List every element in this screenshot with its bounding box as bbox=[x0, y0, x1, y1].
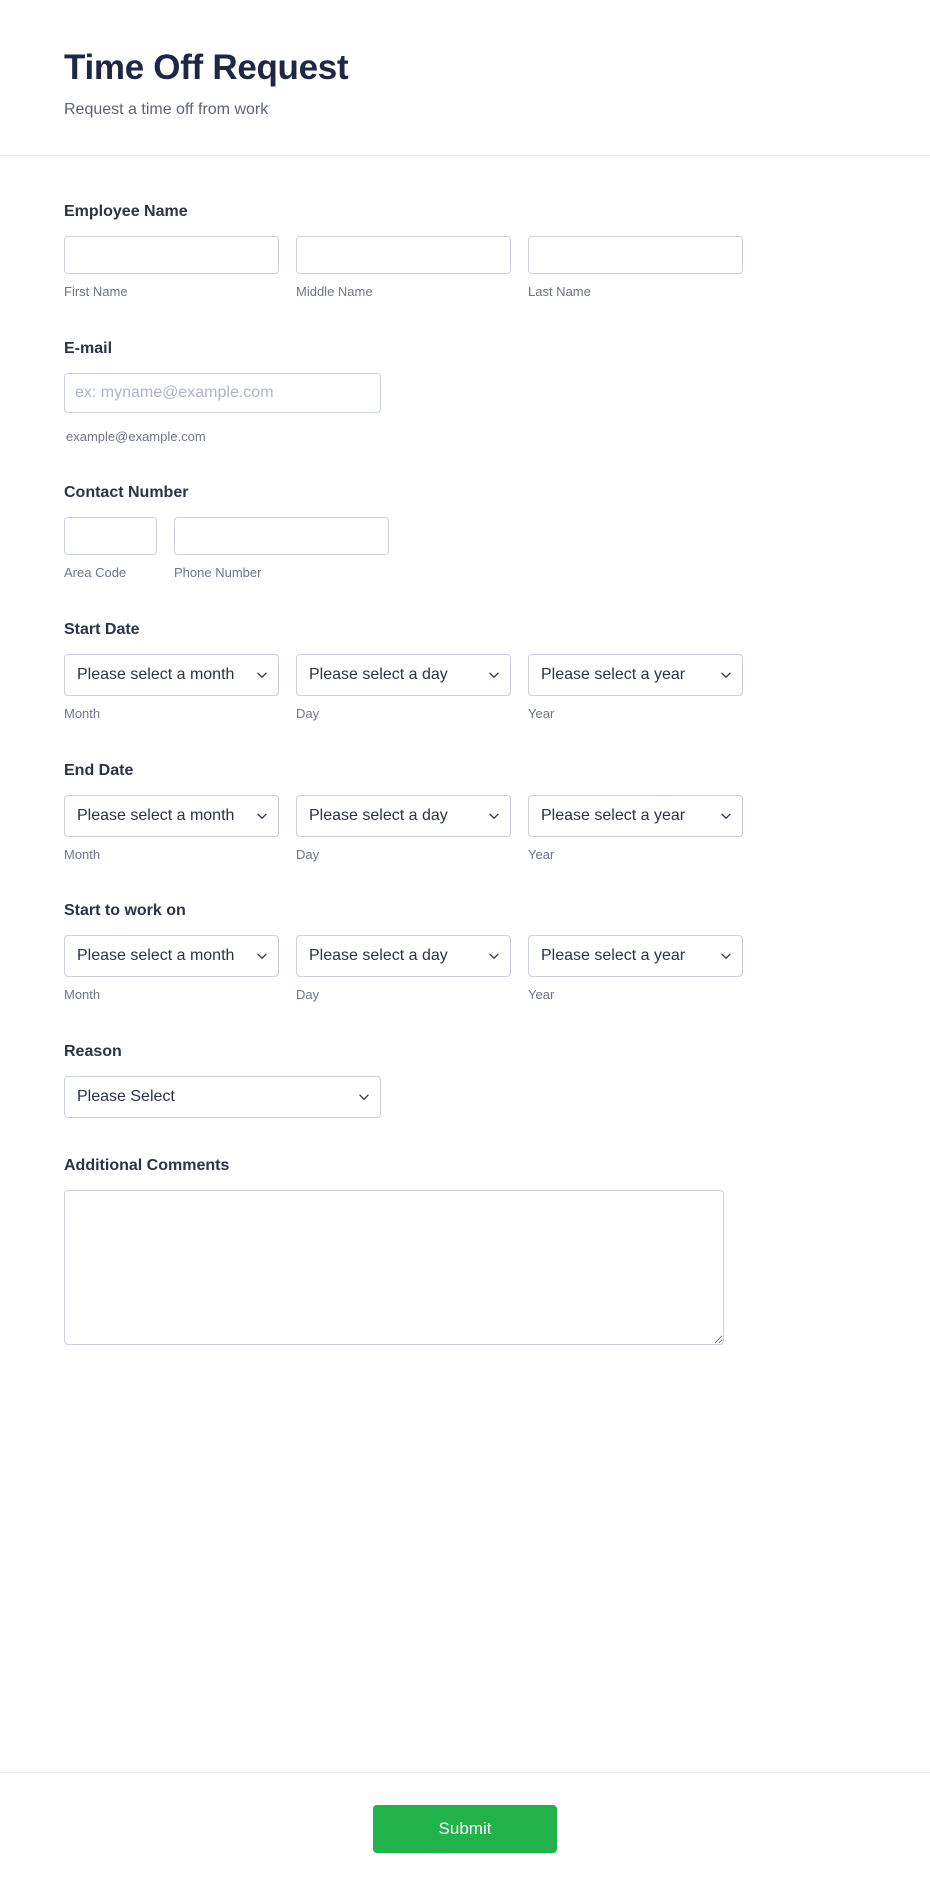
start-to-work-on-month-select[interactable]: Please select a month bbox=[64, 935, 279, 978]
end-date-month-sub-label: Month bbox=[64, 846, 101, 862]
end-date-day-col: Please select a day Day bbox=[296, 794, 511, 864]
start-date-year-select-wrap: Please select a year bbox=[528, 653, 743, 696]
start-to-work-on-month-sub-label: Month bbox=[64, 987, 101, 1003]
area-code-sub-label: Area Code bbox=[64, 565, 127, 581]
additional-comments-label: Additional Comments bbox=[64, 1156, 230, 1174]
start-date-label: Start Date bbox=[64, 621, 140, 639]
form-body: Employee Name First Name Middle Name Las… bbox=[0, 156, 930, 1772]
start-to-work-on-year-col: Please select a year Year bbox=[528, 935, 743, 1004]
start-date-day-select-wrap: Please select a day bbox=[296, 653, 511, 696]
additional-comments-inputs-row bbox=[64, 1189, 866, 1345]
reason-col: Please Select bbox=[64, 1075, 381, 1118]
start-date-month-select-wrap: Please select a month bbox=[64, 653, 279, 696]
start-to-work-on-day-sub-label: Day bbox=[296, 987, 320, 1003]
start-date-month-col: Please select a month Month bbox=[64, 653, 279, 723]
end-date-month-select-wrap: Please select a month bbox=[64, 794, 279, 837]
start-date-month-select[interactable]: Please select a month bbox=[64, 653, 279, 696]
end-date-month-col: Please select a month Month bbox=[64, 794, 279, 864]
field-start-to-work-on: Start to work on Please select a month M… bbox=[64, 883, 866, 1024]
field-email: E-mail example@example.com bbox=[64, 321, 866, 466]
field-employee-name: Employee Name First Name Middle Name Las… bbox=[64, 184, 866, 321]
email-label: E-mail bbox=[64, 339, 113, 357]
start-to-work-on-year-select-wrap: Please select a year bbox=[528, 935, 743, 978]
last-name-col: Last Name bbox=[528, 235, 743, 301]
start-date-day-sub-label: Day bbox=[296, 705, 320, 721]
area-code-col: Area Code bbox=[64, 517, 157, 582]
field-end-date: End Date Please select a month Month Ple… bbox=[64, 743, 866, 884]
start-to-work-on-year-select[interactable]: Please select a year bbox=[528, 935, 743, 978]
start-date-day-col: Please select a day Day bbox=[296, 653, 511, 723]
end-date-day-select[interactable]: Please select a day bbox=[296, 794, 511, 837]
start-date-year-select[interactable]: Please select a year bbox=[528, 653, 743, 696]
page-subtitle: Request a time off from work bbox=[64, 101, 269, 119]
additional-comments-textarea[interactable] bbox=[64, 1189, 724, 1345]
reason-label: Reason bbox=[64, 1043, 122, 1061]
email-inputs-row: example@example.com bbox=[64, 372, 866, 446]
employee-name-label: Employee Name bbox=[64, 203, 188, 221]
contact-number-inputs-row: Area Code Phone Number bbox=[64, 517, 866, 582]
start-date-inputs-row: Please select a month Month Please selec… bbox=[64, 653, 866, 723]
phone-number-col: Phone Number bbox=[174, 517, 389, 582]
end-date-year-select[interactable]: Please select a year bbox=[528, 794, 743, 837]
field-reason: Reason Please Select bbox=[64, 1024, 866, 1138]
last-name-sub-label: Last Name bbox=[528, 283, 591, 299]
start-to-work-on-day-select-wrap: Please select a day bbox=[296, 935, 511, 978]
start-to-work-on-month-col: Please select a month Month bbox=[64, 935, 279, 1004]
area-code-input[interactable] bbox=[64, 517, 157, 556]
reason-select-wrap: Please Select bbox=[64, 1075, 381, 1118]
start-date-year-sub-label: Year bbox=[528, 705, 555, 721]
form-footer: Submit bbox=[0, 1772, 930, 1897]
end-date-year-col: Please select a year Year bbox=[528, 794, 743, 864]
last-name-input[interactable] bbox=[528, 235, 743, 274]
start-date-year-col: Please select a year Year bbox=[528, 653, 743, 723]
start-to-work-on-inputs-row: Please select a month Month Please selec… bbox=[64, 935, 866, 1004]
first-name-sub-label: First Name bbox=[64, 283, 128, 299]
end-date-day-select-wrap: Please select a day bbox=[296, 794, 511, 837]
end-date-day-sub-label: Day bbox=[296, 846, 320, 862]
end-date-year-sub-label: Year bbox=[528, 846, 555, 862]
start-to-work-on-day-select[interactable]: Please select a day bbox=[296, 935, 511, 978]
reason-inputs-row: Please Select bbox=[64, 1075, 866, 1118]
start-to-work-on-day-col: Please select a day Day bbox=[296, 935, 511, 1004]
field-start-date: Start Date Please select a month Month P… bbox=[64, 602, 866, 743]
middle-name-sub-label: Middle Name bbox=[296, 283, 373, 299]
submit-button[interactable]: Submit bbox=[373, 1805, 557, 1853]
page-title: Time Off Request bbox=[64, 48, 349, 87]
first-name-input[interactable] bbox=[64, 235, 279, 274]
end-date-year-select-wrap: Please select a year bbox=[528, 794, 743, 837]
email-sub-label: example@example.com bbox=[66, 428, 206, 444]
field-additional-comments: Additional Comments bbox=[64, 1138, 866, 1373]
email-col: example@example.com bbox=[64, 372, 381, 446]
start-date-month-sub-label: Month bbox=[64, 705, 101, 721]
form-header: Time Off Request Request a time off from… bbox=[0, 0, 930, 157]
time-off-request-form: Time Off Request Request a time off from… bbox=[0, 0, 930, 1897]
field-contact-number: Contact Number Area Code Phone Number bbox=[64, 465, 866, 602]
start-to-work-on-year-sub-label: Year bbox=[528, 987, 555, 1003]
end-date-month-select[interactable]: Please select a month bbox=[64, 794, 279, 837]
contact-number-label: Contact Number bbox=[64, 484, 189, 502]
employee-name-inputs-row: First Name Middle Name Last Name bbox=[64, 235, 866, 301]
start-date-day-select[interactable]: Please select a day bbox=[296, 653, 511, 696]
phone-number-input[interactable] bbox=[174, 517, 389, 556]
start-to-work-on-label: Start to work on bbox=[64, 902, 186, 920]
first-name-col: First Name bbox=[64, 235, 279, 301]
reason-select[interactable]: Please Select bbox=[64, 1075, 381, 1118]
middle-name-col: Middle Name bbox=[296, 235, 511, 301]
middle-name-input[interactable] bbox=[296, 235, 511, 274]
end-date-label: End Date bbox=[64, 761, 134, 779]
start-to-work-on-month-select-wrap: Please select a month bbox=[64, 935, 279, 978]
email-input[interactable] bbox=[64, 372, 381, 413]
end-date-inputs-row: Please select a month Month Please selec… bbox=[64, 794, 866, 864]
phone-number-sub-label: Phone Number bbox=[174, 565, 262, 581]
